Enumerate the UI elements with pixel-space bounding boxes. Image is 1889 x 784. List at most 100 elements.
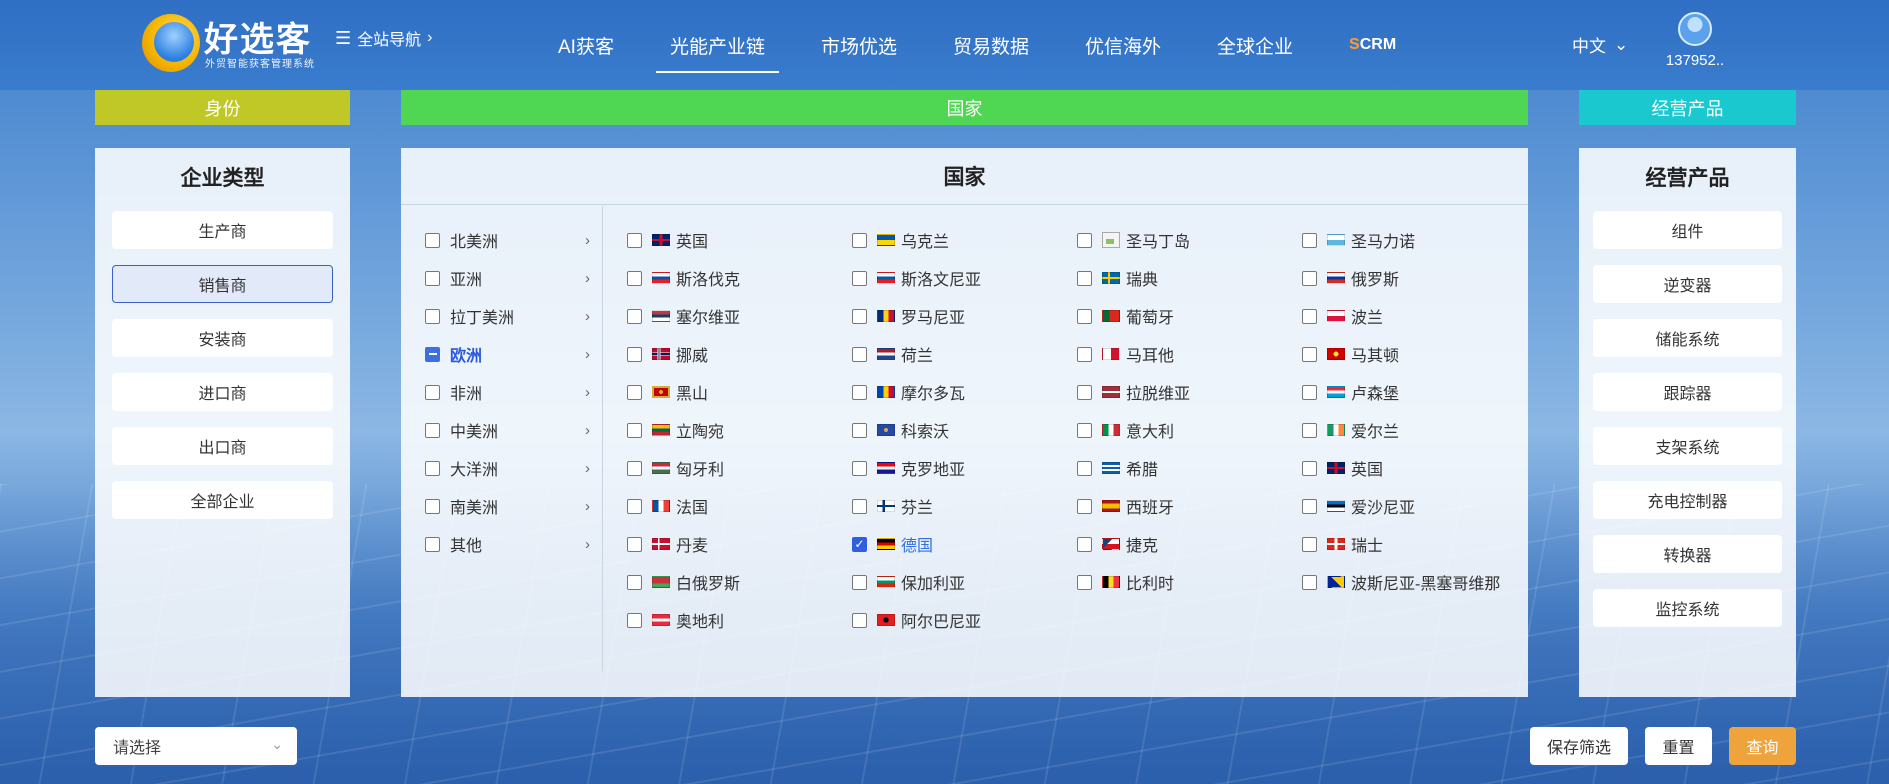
continent-oceania[interactable]: 大洋洲 › xyxy=(425,456,590,480)
checkbox[interactable] xyxy=(1302,308,1317,324)
menu-trade-data[interactable]: 贸易数据 xyxy=(925,0,1057,90)
country-italy[interactable]: 意大利 xyxy=(1077,418,1174,442)
country-serbia[interactable]: 塞尔维亚 xyxy=(627,304,740,328)
continent-other[interactable]: 其他 › xyxy=(425,532,590,556)
country-uk[interactable]: 英国 xyxy=(627,228,708,252)
country-austria[interactable]: 奥地利 xyxy=(627,608,724,632)
checkbox[interactable] xyxy=(425,270,440,286)
country-greece[interactable]: 希腊 xyxy=(1077,456,1158,480)
country-latvia[interactable]: 拉脱维亚 xyxy=(1077,380,1190,404)
checkbox[interactable] xyxy=(1077,346,1092,362)
country-uk-2[interactable]: 英国 xyxy=(1302,456,1383,480)
checkbox-checked[interactable]: ✓ xyxy=(852,536,867,552)
logo-icon[interactable] xyxy=(142,14,206,72)
checkbox[interactable] xyxy=(1302,460,1317,476)
option-distributor[interactable]: 销售商 xyxy=(112,265,333,303)
reset-button[interactable]: 重置 xyxy=(1645,727,1712,765)
checkbox[interactable] xyxy=(1077,384,1092,400)
checkbox[interactable] xyxy=(425,232,440,248)
product-inverter[interactable]: 逆变器 xyxy=(1593,265,1782,303)
country-germany[interactable]: ✓ 德国 xyxy=(852,532,933,556)
country-spain[interactable]: 西班牙 xyxy=(1077,494,1174,518)
checkbox[interactable] xyxy=(627,422,642,438)
checkbox[interactable] xyxy=(1302,346,1317,362)
country-netherlands[interactable]: 荷兰 xyxy=(852,342,933,366)
menu-solar-industry-chain[interactable]: 光能产业链 xyxy=(642,0,793,90)
country-ireland[interactable]: 爱尔兰 xyxy=(1302,418,1399,442)
country-ukraine[interactable]: 乌克兰 xyxy=(852,228,949,252)
continent-central-america[interactable]: 中美洲 › xyxy=(425,418,590,442)
checkbox[interactable] xyxy=(852,574,867,590)
country-lithuania[interactable]: 立陶宛 xyxy=(627,418,724,442)
country-russia[interactable]: 俄罗斯 xyxy=(1302,266,1399,290)
country-poland[interactable]: 波兰 xyxy=(1302,304,1383,328)
country-norway[interactable]: 挪威 xyxy=(627,342,708,366)
country-france[interactable]: 法国 xyxy=(627,494,708,518)
country-albania[interactable]: 阿尔巴尼亚 xyxy=(852,608,981,632)
country-bulgaria[interactable]: 保加利亚 xyxy=(852,570,965,594)
checkbox-indeterminate[interactable] xyxy=(425,346,440,362)
country-montenegro[interactable]: 黑山 xyxy=(627,380,708,404)
checkbox[interactable] xyxy=(1302,422,1317,438)
country-switzerland[interactable]: 瑞士 xyxy=(1302,532,1383,556)
checkbox[interactable] xyxy=(1302,574,1317,590)
country-czech[interactable]: 捷克 xyxy=(1077,532,1158,556)
checkbox[interactable] xyxy=(852,308,867,324)
checkbox[interactable] xyxy=(1077,536,1092,552)
checkbox[interactable] xyxy=(627,270,642,286)
country-romania[interactable]: 罗马尼亚 xyxy=(852,304,965,328)
menu-global-enterprises[interactable]: 全球企业 xyxy=(1189,0,1321,90)
checkbox[interactable] xyxy=(1077,498,1092,514)
checkbox[interactable] xyxy=(1302,232,1317,248)
save-filter-button[interactable]: 保存筛选 xyxy=(1530,727,1628,765)
country-san-marino[interactable]: 圣马力诺 xyxy=(1302,228,1415,252)
user-menu[interactable]: 137952.. xyxy=(1660,12,1730,69)
checkbox[interactable] xyxy=(425,422,440,438)
checkbox[interactable] xyxy=(852,612,867,628)
checkbox[interactable] xyxy=(852,498,867,514)
country-denmark[interactable]: 丹麦 xyxy=(627,532,708,556)
checkbox[interactable] xyxy=(425,308,440,324)
product-modules[interactable]: 组件 xyxy=(1593,211,1782,249)
checkbox[interactable] xyxy=(1077,308,1092,324)
product-converter[interactable]: 转换器 xyxy=(1593,535,1782,573)
country-sweden[interactable]: 瑞典 xyxy=(1077,266,1158,290)
option-all-enterprises[interactable]: 全部企业 xyxy=(112,481,333,519)
country-slovenia[interactable]: 斯洛文尼亚 xyxy=(852,266,981,290)
menu-market-selection[interactable]: 市场优选 xyxy=(793,0,925,90)
option-manufacturer[interactable]: 生产商 xyxy=(112,211,333,249)
scrm-logo-link[interactable]: S CRM xyxy=(1321,0,1424,90)
continent-north-america[interactable]: 北美洲 › xyxy=(425,228,590,252)
option-importer[interactable]: 进口商 xyxy=(112,373,333,411)
checkbox[interactable] xyxy=(852,460,867,476)
checkbox[interactable] xyxy=(1077,422,1092,438)
checkbox[interactable] xyxy=(852,232,867,248)
checkbox[interactable] xyxy=(1077,232,1092,248)
checkbox[interactable] xyxy=(1302,498,1317,514)
site-nav-button[interactable]: ☰ 全站导航 › xyxy=(335,26,432,50)
continent-africa[interactable]: 非洲 › xyxy=(425,380,590,404)
option-installer[interactable]: 安装商 xyxy=(112,319,333,357)
checkbox[interactable] xyxy=(425,384,440,400)
checkbox[interactable] xyxy=(852,384,867,400)
country-saint-martin[interactable]: 圣马丁岛 xyxy=(1077,228,1190,252)
checkbox[interactable] xyxy=(627,308,642,324)
country-moldova[interactable]: 摩尔多瓦 xyxy=(852,380,965,404)
checkbox[interactable] xyxy=(627,498,642,514)
checkbox[interactable] xyxy=(627,384,642,400)
product-charge-controller[interactable]: 充电控制器 xyxy=(1593,481,1782,519)
checkbox[interactable] xyxy=(627,612,642,628)
checkbox[interactable] xyxy=(852,270,867,286)
checkbox[interactable] xyxy=(425,498,440,514)
country-macedonia[interactable]: 马其顿 xyxy=(1302,342,1399,366)
checkbox[interactable] xyxy=(425,536,440,552)
country-croatia[interactable]: 克罗地亚 xyxy=(852,456,965,480)
menu-overseas[interactable]: 优信海外 xyxy=(1057,0,1189,90)
option-exporter[interactable]: 出口商 xyxy=(112,427,333,465)
menu-ai-acquisition[interactable]: AI获客 xyxy=(530,0,642,90)
checkbox[interactable] xyxy=(1077,270,1092,286)
country-portugal[interactable]: 葡萄牙 xyxy=(1077,304,1174,328)
logo-title[interactable]: 好选客 xyxy=(204,12,312,61)
checkbox[interactable] xyxy=(627,460,642,476)
country-hungary[interactable]: 匈牙利 xyxy=(627,456,724,480)
